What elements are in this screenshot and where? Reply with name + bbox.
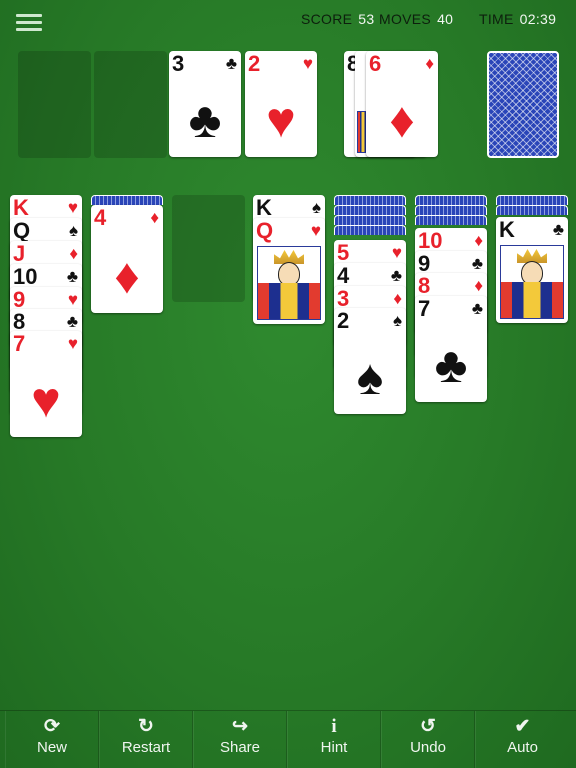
queen-face-art bbox=[257, 246, 321, 320]
card-rank: 3 bbox=[172, 51, 185, 76]
facedown-card bbox=[415, 195, 487, 205]
heart-icon: ♥ bbox=[266, 92, 296, 148]
tableau-card[interactable]: 4 ♦ ♦ bbox=[91, 205, 163, 313]
heart-icon: ♥ bbox=[67, 334, 78, 353]
waste-top-card[interactable]: 6 ♦ ♦ bbox=[366, 51, 438, 157]
club-icon: ♣ bbox=[225, 54, 237, 73]
spade-icon: ♠ bbox=[68, 221, 78, 240]
club-icon: ♣ bbox=[552, 220, 564, 239]
tableau-card[interactable]: 7 ♥ ♥ bbox=[10, 331, 82, 437]
card-rank: K bbox=[499, 217, 515, 242]
heart-icon: ♥ bbox=[67, 290, 78, 309]
facedown-card bbox=[91, 195, 163, 205]
card-rank: Q bbox=[256, 218, 274, 243]
moves-label: MOVES bbox=[379, 11, 432, 27]
new-game-button[interactable]: ⟳ New bbox=[5, 711, 99, 768]
share-label: Share bbox=[219, 739, 261, 756]
diamond-icon: ♦ bbox=[393, 289, 402, 308]
club-icon: ♣ bbox=[434, 337, 468, 393]
tableau-card[interactable]: 2 ♠ ♠ bbox=[334, 308, 406, 414]
king-face-art bbox=[500, 245, 564, 319]
diamond-icon: ♦ bbox=[425, 54, 434, 73]
tableau-card[interactable]: Q ♥ bbox=[253, 218, 325, 324]
spade-icon: ♠ bbox=[356, 349, 384, 405]
spade-icon: ♠ bbox=[392, 311, 402, 330]
heart-icon: ♥ bbox=[391, 243, 402, 262]
foundation-slot-empty-1[interactable] bbox=[18, 51, 91, 158]
auto-button[interactable]: ✔ Auto bbox=[475, 711, 569, 768]
stock-pile[interactable] bbox=[487, 51, 559, 158]
diamond-icon: ♦ bbox=[474, 276, 483, 295]
hint-label: Hint bbox=[320, 739, 348, 756]
foundation-slot-empty-2[interactable] bbox=[94, 51, 167, 158]
time-value: 02:39 bbox=[519, 11, 557, 27]
new-label: New bbox=[36, 739, 67, 756]
club-icon: ♣ bbox=[471, 254, 483, 273]
club-icon: ♣ bbox=[471, 299, 483, 318]
foundation-card-clubs[interactable]: 3 ♣ ♣ bbox=[169, 51, 241, 157]
restart-icon: ↻ bbox=[138, 716, 154, 737]
facedown-card bbox=[334, 205, 406, 215]
restart-button[interactable]: ↻ Restart bbox=[99, 711, 193, 768]
share-icon: ↪ bbox=[232, 716, 248, 737]
info-icon: i bbox=[331, 716, 337, 737]
diamond-icon: ♦ bbox=[69, 244, 78, 263]
menu-icon[interactable] bbox=[16, 10, 42, 32]
time-display: TIME 02:39 bbox=[479, 11, 556, 27]
score-display: SCORE 53 bbox=[301, 11, 374, 27]
score-label: SCORE bbox=[301, 11, 353, 27]
card-rank: 7 bbox=[418, 296, 431, 321]
facedown-card bbox=[496, 195, 568, 205]
card-rank: 2 bbox=[248, 51, 261, 76]
tableau-slot-empty[interactable] bbox=[172, 195, 245, 302]
club-icon: ♣ bbox=[188, 92, 222, 148]
refresh-icon: ⟳ bbox=[44, 716, 60, 737]
facedown-card bbox=[415, 205, 487, 215]
card-rank: 2 bbox=[337, 308, 350, 333]
heart-icon: ♥ bbox=[302, 54, 313, 73]
spade-icon: ♠ bbox=[311, 198, 321, 217]
heart-icon: ♥ bbox=[67, 198, 78, 217]
diamond-icon: ♦ bbox=[389, 92, 415, 148]
moves-value: 40 bbox=[437, 11, 454, 27]
card-rank: 4 bbox=[94, 205, 107, 230]
facedown-card bbox=[334, 215, 406, 225]
facedown-card bbox=[415, 215, 487, 225]
facedown-card bbox=[496, 205, 568, 215]
tableau-card[interactable]: K ♣ bbox=[496, 217, 568, 323]
card-rank: 7 bbox=[13, 331, 26, 356]
club-icon: ♣ bbox=[66, 267, 78, 286]
card-rank: 6 bbox=[369, 51, 382, 76]
club-icon: ♣ bbox=[390, 266, 402, 285]
check-icon: ✔ bbox=[514, 716, 531, 737]
diamond-icon: ♦ bbox=[474, 231, 483, 250]
facedown-card bbox=[334, 225, 406, 235]
moves-display: MOVES 40 bbox=[379, 11, 453, 27]
diamond-icon: ♦ bbox=[114, 248, 140, 304]
hint-button[interactable]: i Hint bbox=[287, 711, 381, 768]
undo-label: Undo bbox=[410, 739, 446, 756]
bottom-toolbar: ⟳ New ↻ Restart ↪ Share i Hint ↺ Undo ✔ Auto bbox=[0, 710, 576, 768]
club-icon: ♣ bbox=[66, 312, 78, 331]
share-button[interactable]: ↪ Share bbox=[193, 711, 287, 768]
undo-button[interactable]: ↺ Undo bbox=[381, 711, 475, 768]
foundation-card-hearts[interactable]: 2 ♥ ♥ bbox=[245, 51, 317, 157]
tableau-card[interactable]: 7 ♣ ♣ bbox=[415, 296, 487, 402]
heart-icon: ♥ bbox=[310, 221, 321, 240]
restart-label: Restart bbox=[121, 739, 171, 756]
facedown-card bbox=[334, 195, 406, 205]
score-value: 53 bbox=[358, 11, 375, 27]
heart-icon: ♥ bbox=[31, 372, 61, 428]
auto-label: Auto bbox=[507, 739, 538, 756]
diamond-icon: ♦ bbox=[150, 208, 159, 227]
undo-icon: ↺ bbox=[420, 716, 436, 737]
time-label: TIME bbox=[479, 11, 514, 27]
